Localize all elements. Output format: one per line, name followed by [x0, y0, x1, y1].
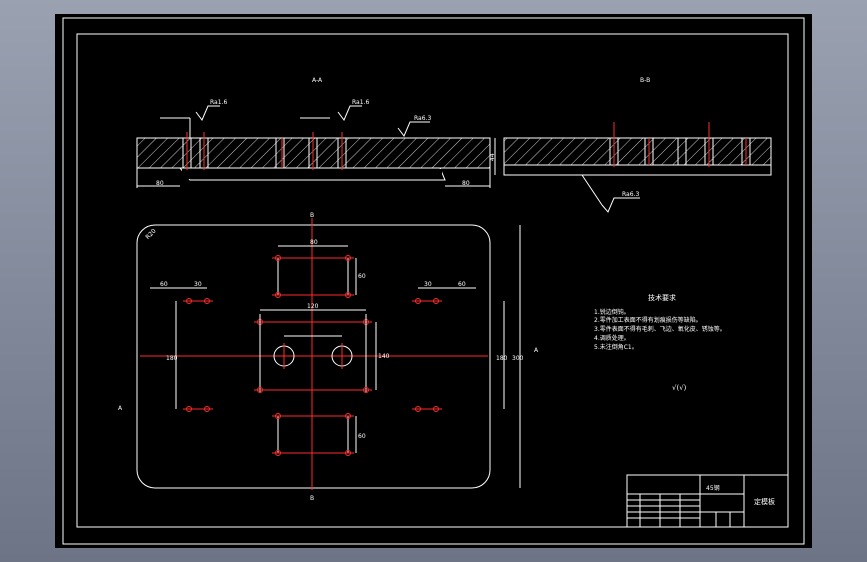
view-marker-b-bottom: B	[310, 495, 314, 502]
tech-item-1: 1.锐边倒钝。	[594, 308, 630, 316]
title-material: 45钢	[706, 484, 720, 492]
cad-drawing: A-A 80 80 Ra1.6 Ra1.6 Ra6.3 B-B 44 Ra6.3…	[55, 14, 812, 548]
roughness-a2: Ra1.6	[352, 99, 369, 106]
dim-a-right: 80	[462, 180, 470, 187]
tech-title: 技术要求	[648, 293, 676, 302]
drawing-sheet	[55, 14, 812, 548]
roughness-a1: Ra1.6	[210, 99, 227, 106]
section-b-body	[503, 137, 772, 166]
dim-b-height: 44	[489, 153, 496, 161]
roughness-b: Ra6.3	[622, 191, 639, 198]
section-label-b: B-B	[640, 77, 650, 84]
dim-v-left: 180	[166, 355, 178, 362]
dim-h60-a: 60	[358, 273, 366, 280]
roughness-note: √(√)	[672, 384, 687, 392]
dim-right-60: 60	[458, 281, 466, 288]
dim-left-30: 30	[194, 281, 202, 288]
tech-item-3: 3.零件表面不得有毛刺、飞边、氧化皮、锈蚀等。	[594, 325, 726, 333]
dim-left-60: 60	[160, 281, 168, 288]
roughness-a3: Ra6.3	[414, 115, 431, 122]
dim-a-left: 80	[156, 180, 164, 187]
title-part-name: 定模板	[754, 497, 775, 506]
tech-item-4: 4.调质处理。	[594, 334, 630, 342]
dim-row2-width: 120	[307, 303, 319, 310]
section-label-a: A-A	[312, 77, 323, 84]
tech-item-2: 2.零件加工表面不得有划痕损伤等缺陷。	[594, 316, 702, 324]
dim-v-right: 180	[496, 355, 508, 362]
view-marker-b-top: B	[310, 212, 314, 219]
dim-right-30: 30	[424, 281, 432, 288]
dim-h60-b: 60	[358, 433, 366, 440]
dim-v-mid: 140	[378, 353, 390, 360]
dim-v-far: 300	[512, 355, 524, 362]
dim-top-width: 80	[310, 239, 318, 246]
tech-item-5: 5.未注倒角C1。	[594, 343, 638, 351]
